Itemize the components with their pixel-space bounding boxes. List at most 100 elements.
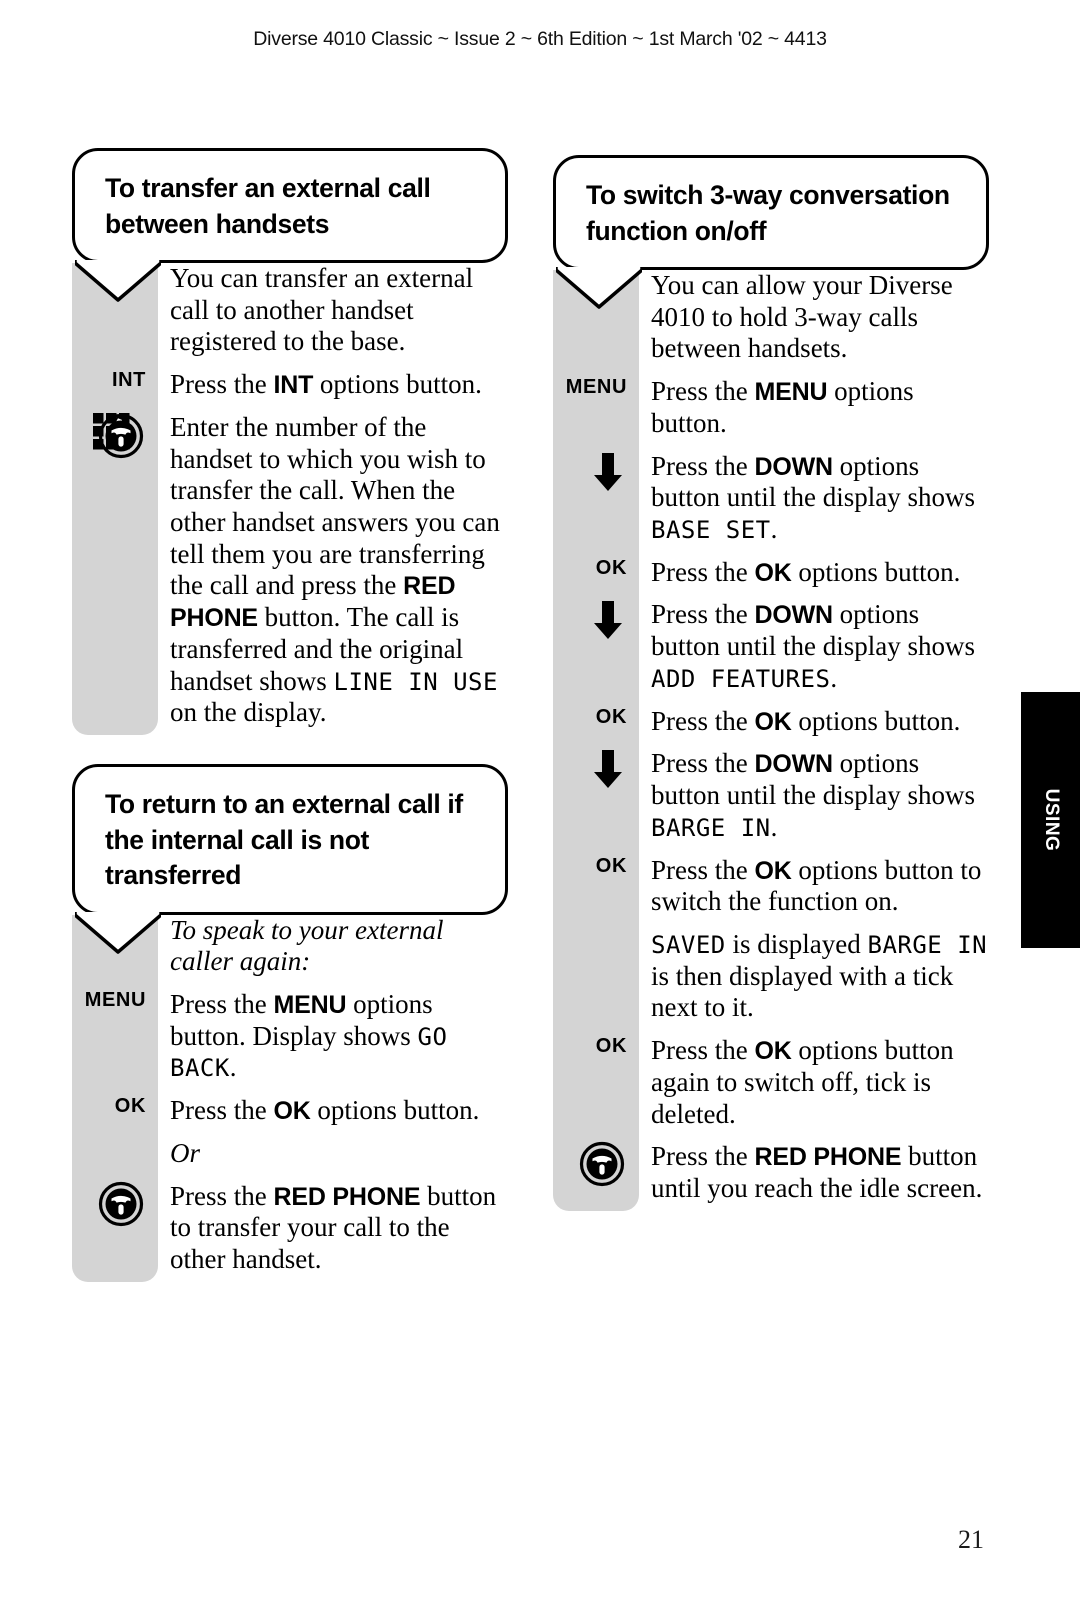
down-arrow-icon — [591, 599, 625, 641]
step-row: Enter the number of the handset to which… — [72, 412, 508, 729]
body-text: . — [229, 1052, 237, 1083]
step-instruction-text: Press the OK options button. — [639, 706, 989, 738]
red-phone-icon — [579, 1141, 625, 1187]
callout-return-to-external-call: To return to an external call if the int… — [72, 764, 508, 954]
step-key-label: OK — [595, 854, 627, 877]
running-header: Diverse 4010 Classic ~ Issue 2 ~ 6th Edi… — [253, 28, 827, 50]
down-arrow-icon — [591, 451, 625, 493]
step-row: OK Press the OK options button. — [553, 557, 989, 589]
step-instruction-text: Press the OK options button to switch th… — [639, 855, 989, 918]
callout-pointer-tail — [73, 260, 163, 302]
body-text: options button. — [313, 369, 482, 400]
lcd-display-text: LINE IN USE — [333, 667, 498, 696]
body-text: You can transfer an external call to ano… — [170, 263, 474, 357]
body-text: Press the — [651, 556, 755, 587]
callout-pointer-tail — [554, 267, 644, 309]
step-instruction-text: Press the INT options button. — [158, 369, 508, 401]
step-row: Press the RED PHONE button to transfer y… — [72, 1181, 508, 1276]
body-text: is then displayed with a tick next to it… — [651, 960, 954, 1023]
button-name-emphasis: OK — [273, 1097, 311, 1126]
body-text: . — [830, 662, 838, 693]
button-name-emphasis: OK — [754, 856, 792, 885]
step-key-label: OK — [114, 1095, 146, 1118]
step-list: You can transfer an external call to ano… — [72, 263, 508, 729]
step-key-icon — [553, 1141, 639, 1187]
step-key-label: MENU — [84, 988, 146, 1011]
step-row: Press the DOWN options button until the … — [553, 599, 989, 694]
red-phone-icon — [98, 1181, 144, 1227]
step-instruction-text: To speak to your external caller again: — [158, 915, 508, 978]
body-text: options button. — [791, 705, 961, 736]
step-row: MENU Press the MENU options button. Displ… — [72, 989, 508, 1084]
body-text: Press the — [651, 854, 755, 885]
body-text: Press the — [651, 748, 755, 779]
body-text: Press the — [170, 1180, 274, 1211]
button-name-emphasis: DOWN — [754, 750, 834, 779]
step-list: To speak to your external caller again: M… — [72, 915, 508, 1276]
step-row: SAVED is displayed BARGE IN is then disp… — [553, 929, 989, 1024]
step-key-label: OK — [595, 1035, 627, 1058]
step-list: You can allow your Diverse 4010 to hold … — [553, 270, 989, 1205]
step-key-label: INT — [111, 369, 146, 392]
thumb-tab-using: USING — [1021, 692, 1080, 948]
step-key-empty — [72, 1138, 158, 1139]
step-row: Press the RED PHONE button until you rea… — [553, 1141, 989, 1204]
step-instruction-text: Press the OK options button. — [158, 1095, 508, 1127]
step-row: OK Press the OK options button to switch … — [553, 855, 989, 918]
button-name-emphasis: RED PHONE — [273, 1182, 421, 1211]
button-name-emphasis: OK — [754, 707, 792, 736]
step-instruction-text: Press the DOWN options button until the … — [639, 599, 989, 694]
button-name-emphasis: MENU — [273, 990, 347, 1019]
step-row: OK Press the OK options button again to s… — [553, 1035, 989, 1130]
callout-title: To return to an external call if the int… — [105, 789, 463, 890]
body-text: on the display. — [170, 697, 327, 728]
lcd-display-text: BARGE IN — [867, 930, 988, 959]
button-name-emphasis: INT — [273, 371, 314, 400]
step-instruction-text: Press the RED PHONE button to transfer y… — [158, 1181, 508, 1276]
step-instruction-text: Or — [158, 1138, 508, 1170]
step-row: Press the DOWN options button until the … — [553, 451, 989, 546]
step-instruction-text: Press the OK options button again to swi… — [639, 1035, 989, 1130]
step-instruction-text: Press the MENU options button. — [639, 376, 989, 439]
step-key-label: OK — [595, 705, 627, 728]
step-key-label: MENU — [565, 376, 627, 399]
section-transfer-external-call: To transfer an external call between han… — [72, 148, 508, 740]
step-instruction-text: Press the DOWN options button until the … — [639, 451, 989, 546]
body-text: Press the — [651, 1141, 755, 1172]
step-row: Press the DOWN options button until the … — [553, 748, 989, 843]
body-text: You can allow your Diverse 4010 to hold … — [651, 270, 953, 364]
step-instruction-text: You can transfer an external call to ano… — [158, 263, 508, 358]
body-text: options button. — [791, 556, 961, 587]
step-instruction-text: Enter the number of the handset to which… — [158, 412, 508, 729]
lcd-display-text: BARGE IN — [651, 813, 771, 842]
step-key-icon — [553, 599, 639, 641]
red-phone-icon — [98, 413, 144, 459]
step-instruction-text: You can allow your Diverse 4010 to hold … — [639, 270, 989, 365]
section-body: You can allow your Diverse 4010 to hold … — [553, 270, 989, 1211]
step-row: MENU Press the MENU options button. — [553, 376, 989, 439]
callout-title: To transfer an external call between han… — [105, 173, 431, 239]
body-text: Press the — [651, 599, 755, 630]
step-instruction-text: Press the RED PHONE button until you rea… — [639, 1141, 989, 1204]
button-name-emphasis: DOWN — [754, 452, 834, 481]
body-text: is displayed — [725, 928, 868, 959]
body-text: Press the — [170, 988, 274, 1019]
callout-title: To switch 3-way conversation function on… — [586, 180, 950, 246]
down-arrow-icon — [591, 748, 625, 790]
step-instruction-text: SAVED is displayed BARGE IN is then disp… — [639, 929, 989, 1024]
step-row: OK Press the OK options button. — [553, 706, 989, 738]
section-switch-3-way-conversation: To switch 3-way conversation function on… — [553, 155, 989, 1216]
italic-lead-in: Or — [170, 1137, 201, 1168]
step-instruction-text: Press the MENU options button. Display s… — [158, 989, 508, 1084]
step-row: Or — [72, 1138, 508, 1170]
step-key-icon — [553, 451, 639, 493]
step-row: OK Press the OK options button. — [72, 1095, 508, 1127]
step-instruction-text: Press the DOWN options button until the … — [639, 748, 989, 843]
lcd-display-text: SAVED — [651, 930, 726, 959]
body-text: options button. — [310, 1095, 480, 1126]
step-key-icon — [553, 748, 639, 790]
section-body: You can transfer an external call to ano… — [72, 263, 508, 735]
body-text: Press the — [170, 369, 274, 400]
button-name-emphasis: RED PHONE — [754, 1143, 902, 1172]
lcd-display-text: BASE SET — [651, 516, 771, 545]
